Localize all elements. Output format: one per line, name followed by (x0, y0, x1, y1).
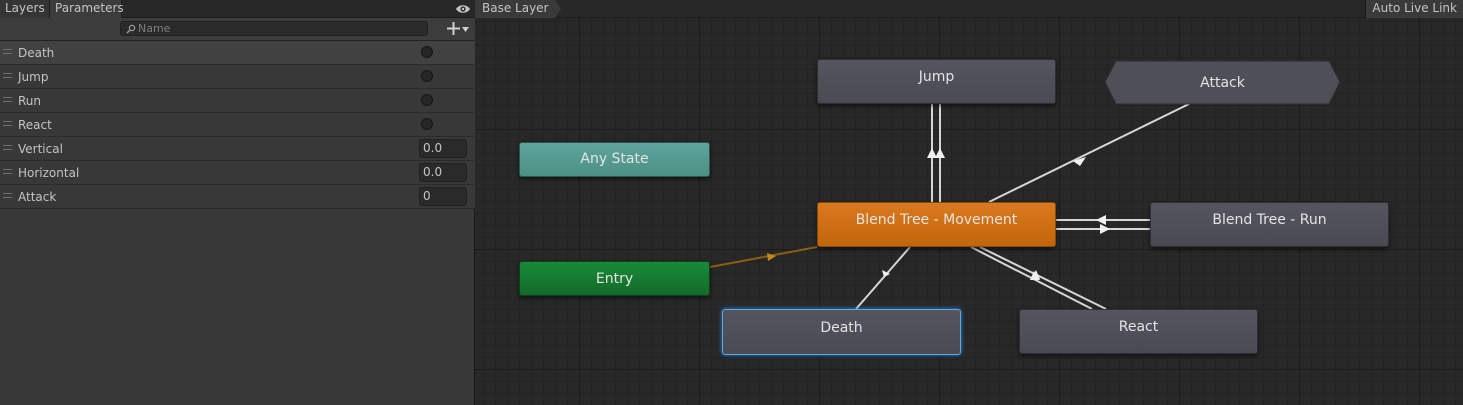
float-value-field[interactable]: 0.0 (419, 163, 467, 182)
tab-layers[interactable]: Layers (0, 0, 50, 18)
graph-toolbar: Base Layer Auto Live Link (475, 0, 1463, 18)
state-death-selected[interactable]: Death (722, 309, 961, 355)
trigger-toggle[interactable] (421, 46, 433, 58)
parameter-name: Jump (18, 70, 49, 84)
search-box[interactable] (120, 21, 428, 36)
parameter-name: Death (18, 46, 55, 60)
state-label: Blend Tree - Movement (855, 212, 1018, 228)
parameter-row-vertical[interactable]: Vertical 0.0 (0, 137, 475, 161)
state-machine-attack-label[interactable]: Attack (1104, 60, 1341, 105)
search-input[interactable] (138, 22, 418, 35)
state-react[interactable]: React (1019, 309, 1258, 354)
transition-arrow (1096, 215, 1106, 225)
drag-handle-icon[interactable] (3, 49, 12, 55)
parameter-row-run[interactable]: Run (0, 89, 475, 113)
state-label: Entry (595, 271, 634, 287)
int-value-field[interactable]: 0 (419, 187, 467, 206)
transition-line (855, 246, 911, 310)
transition-arrow (935, 148, 945, 158)
caret-down-icon (462, 27, 469, 32)
transition-arrow (1100, 224, 1110, 234)
search-icon (126, 24, 136, 34)
breadcrumb-base-layer[interactable]: Base Layer (475, 0, 561, 18)
parameter-name: Vertical (18, 142, 63, 156)
parameter-name: React (18, 118, 52, 132)
drag-handle-icon[interactable] (3, 193, 12, 199)
tab-parameters[interactable]: Parameters (50, 0, 124, 18)
transition-arrow (927, 148, 937, 158)
parameter-name: Horizontal (18, 166, 80, 180)
breadcrumb-label: Base Layer (482, 1, 549, 15)
transition-line (988, 102, 1192, 203)
parameter-name: Run (18, 94, 42, 108)
parameter-search-row (0, 18, 475, 41)
state-any-state[interactable]: Any State (519, 142, 710, 177)
entry-transition-line (709, 246, 818, 268)
parameter-row-death[interactable]: Death (0, 41, 475, 65)
state-entry[interactable]: Entry (519, 261, 710, 296)
state-label: Any State (580, 151, 649, 167)
state-label: Jump (918, 69, 955, 85)
parameter-row-jump[interactable]: Jump (0, 65, 475, 89)
eye-icon[interactable] (455, 3, 471, 15)
parameters-panel: Layers Parameters Death (0, 0, 475, 405)
drag-handle-icon[interactable] (3, 121, 12, 127)
trigger-toggle[interactable] (421, 118, 433, 130)
state-jump[interactable]: Jump (817, 59, 1056, 104)
trigger-toggle[interactable] (421, 94, 433, 106)
auto-live-link-button[interactable]: Auto Live Link (1365, 0, 1463, 18)
parameter-row-attack[interactable]: Attack 0 (0, 185, 475, 209)
trigger-toggle[interactable] (421, 70, 433, 82)
panel-tab-bar: Layers Parameters (0, 0, 475, 18)
state-label: React (1118, 319, 1159, 335)
drag-handle-icon[interactable] (3, 73, 12, 79)
transition-line (979, 246, 1107, 310)
state-blend-tree-run[interactable]: Blend Tree - Run (1150, 202, 1389, 247)
state-label: Death (820, 320, 863, 336)
drag-handle-icon[interactable] (3, 145, 12, 151)
drag-handle-icon[interactable] (3, 97, 12, 103)
add-parameter-button[interactable] (444, 20, 472, 38)
float-value-field[interactable]: 0.0 (419, 139, 467, 158)
drag-handle-icon[interactable] (3, 169, 12, 175)
state-blend-tree-movement[interactable]: Blend Tree - Movement (817, 202, 1056, 247)
parameter-row-horizontal[interactable]: Horizontal 0.0 (0, 161, 475, 185)
state-label: Blend Tree - Run (1212, 212, 1327, 228)
parameter-row-react[interactable]: React (0, 113, 475, 137)
animator-graph[interactable]: Base Layer Auto Live Link Jump Attack An… (475, 0, 1463, 405)
parameter-name: Attack (18, 190, 57, 204)
plus-icon (447, 22, 460, 35)
